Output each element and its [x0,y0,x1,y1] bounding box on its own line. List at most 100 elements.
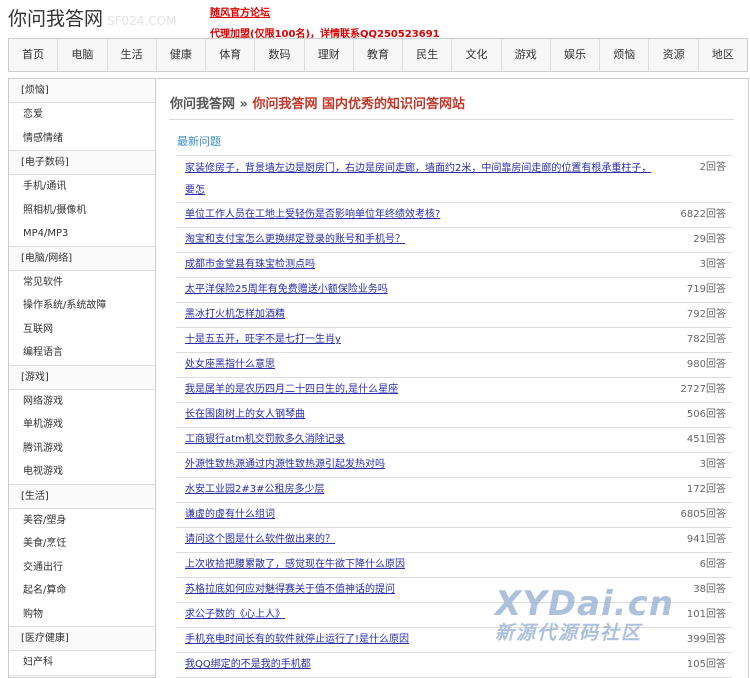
sidebar-item[interactable]: 编程语言 [9,341,155,365]
answer-count: 782回答 [686,334,726,345]
promo-forum-link[interactable]: 随风官方论坛 [210,4,270,19]
sidebar-group-heading[interactable]: [生活] [9,484,155,509]
answer-count: 29回答 [693,234,726,245]
nav-item[interactable]: 首页 [9,39,59,71]
question-row: 请问这个图是什么软件做出来的？ 941回答 [176,528,732,553]
question-link[interactable]: 淘宝和支付宝怎么更换绑定登录的账号和手机号？ [176,228,666,252]
question-link[interactable]: 单位工作人员在工地上受轻伤是否影响单位年终绩效考核? [176,203,666,227]
logo-ghost-text: SF024.COM [107,14,177,28]
question-link[interactable]: 工商银行atm机交罚款多久消除记录 [176,428,666,452]
sidebar-item[interactable]: 操作系统/系统故障 [9,294,155,318]
sidebar-item[interactable]: 起名/算命 [9,579,155,603]
nav-item[interactable]: 教育 [354,39,404,71]
sidebar-group: [电子数码] 手机/通讯 照相机/摄像机 MP4/MP3 [9,151,155,247]
sidebar-item[interactable]: 恋爱 [9,103,155,127]
sidebar-group: [电脑/网络] 常见软件 操作系统/系统故障 互联网 编程语言 [9,246,155,366]
site-logo[interactable]: 你问我答网 SF024.COM [8,4,176,31]
question-link[interactable]: 黑冰打火机怎样加酒精 [176,303,666,327]
question-link[interactable]: 水安工业园2#3#公租房多少层 [176,478,666,502]
question-row: 我QQ绑定的不是我的手机都 105回答 [176,653,732,678]
question-link[interactable]: 我QQ绑定的不是我的手机都 [176,653,666,677]
watermark: XYDai.cn 新源代源码社区 [495,584,674,645]
sidebar-item[interactable]: 情感情绪 [9,127,155,151]
answer-count: 506回答 [686,409,726,420]
sidebar-group-heading[interactable]: [电子数码] [9,151,155,175]
nav-item[interactable]: 资源 [649,39,699,71]
nav-item[interactable]: 生活 [108,39,157,71]
answer-count: 6回答 [699,559,726,570]
site-header: 你问我答网 SF024.COM 随风官方论坛 代理加盟(仅限100名)，详情联系Q… [0,0,750,40]
category-sidebar: [烦恼] 恋爱 情感情绪 [电子数码] 手机/通讯 照相机/摄像机 MP4/MP3 [电脑/网… [8,78,156,678]
answer-count: 38回答 [693,584,726,595]
question-row: 十是五五开，旺字不是七打一生肖y 782回答 [176,328,732,353]
question-link[interactable]: 太平洋保险25周年有免费赠送小额保险业务吗 [176,278,666,302]
nav-item[interactable]: 电脑 [58,39,108,71]
sidebar-item[interactable]: 照相机/摄像机 [9,199,155,223]
answer-count: 792回答 [686,309,726,320]
sidebar-item[interactable]: MP4/MP3 [9,222,155,246]
sidebar-item[interactable]: 美容/塑身 [9,509,155,533]
sidebar-item[interactable]: 电视游戏 [9,460,155,484]
sidebar-group-heading[interactable]: [游戏] [9,365,155,390]
question-link[interactable]: 我是属羊的是农历四月二十四日生的,是什么星座 [176,378,666,402]
question-link[interactable]: 请问这个图是什么软件做出来的？ [176,528,666,552]
sidebar-group-heading[interactable]: [烦恼] [9,79,155,103]
answer-count: 3回答 [699,259,726,270]
nav-item[interactable]: 体育 [206,39,256,71]
sidebar-item[interactable]: 购物 [9,603,155,627]
nav-item[interactable]: 游戏 [502,39,551,71]
breadcrumb-current: 你问我答网 国内优秀的知识问答网站 [252,97,466,112]
breadcrumb: 你问我答网 » 你问我答网 国内优秀的知识问答网站 [170,93,465,112]
logo-text: 你问我答网 [8,8,104,30]
question-link[interactable]: 长在围囱树上的女人钢琴曲 [176,403,666,427]
question-link[interactable]: 处女座黑指什么意思 [176,353,666,377]
sidebar-item[interactable]: 交通出行 [9,556,155,580]
nav-item[interactable]: 烦恼 [600,39,650,71]
sidebar-group: [医疗健康] 妇产科 [9,627,155,676]
answer-count: 719回答 [686,284,726,295]
sidebar-group: [烦恼] 恋爱 情感情绪 [9,79,155,151]
nav-item[interactable]: 文化 [452,39,502,71]
nav-item[interactable]: 理财 [305,39,354,71]
answer-count: 101回答 [686,609,726,620]
answer-count: 2回答 [699,162,726,173]
sidebar-item[interactable]: 网络游戏 [9,390,155,414]
question-link[interactable]: 外源性致热源通过内源性致热源引起发热对吗 [176,453,666,477]
breadcrumb-site[interactable]: 你问我答网 [170,97,235,112]
sidebar-group-heading[interactable]: [医疗健康] [9,627,155,651]
answer-count: 172回答 [686,484,726,495]
nav-item[interactable]: 地区 [699,39,747,71]
sidebar-item[interactable]: 单机游戏 [9,413,155,437]
sidebar-item[interactable]: 互联网 [9,318,155,342]
answer-count: 980回答 [686,359,726,370]
question-link[interactable]: 家装修房子，背景墙左边是厨房门，右边是房间走廊，墙面约2米，中间靠房间走廊的位置… [176,156,666,202]
nav-item[interactable]: 数码 [255,39,305,71]
sidebar-item[interactable]: 腾讯游戏 [9,437,155,461]
nav-item[interactable]: 民生 [403,39,453,71]
sidebar-item[interactable]: 常见软件 [9,271,155,295]
question-row: 成都市金堂县有珠宝检测点吗 3回答 [176,253,732,278]
question-link[interactable]: 成都市金堂县有珠宝检测点吗 [176,253,666,277]
sidebar-item[interactable]: 手机/通讯 [9,175,155,199]
sidebar-item[interactable]: 妇产科 [9,651,155,675]
question-row: 工商银行atm机交罚款多久消除记录 451回答 [176,428,732,453]
main-nav: 首页 电脑 生活 健康 体育 数码 理财 教育 民生 文化 游戏 娱乐 烦恼 资源 地区 [8,38,748,72]
question-link[interactable]: 上次收拾把腰累散了，感觉现在牛欲下降什么原因 [176,553,666,577]
section-title: 最新问题 [177,135,221,148]
sidebar-item[interactable]: 美食/烹饪 [9,532,155,556]
question-row: 家装修房子，背景墙左边是厨房门，右边是房间走廊，墙面约2米，中间靠房间走廊的位置… [176,156,732,203]
question-row: 水安工业园2#3#公租房多少层 172回答 [176,478,732,503]
question-link[interactable]: 谦虚的虚有什么组词 [176,503,666,527]
question-row: 我是属羊的是农历四月二十四日生的,是什么星座 2727回答 [176,378,732,403]
question-row: 太平洋保险25周年有免费赠送小额保险业务吗 719回答 [176,278,732,303]
answer-count: 941回答 [686,534,726,545]
sidebar-group-heading[interactable]: [电脑/网络] [9,246,155,271]
question-row: 黑冰打火机怎样加酒精 792回答 [176,303,732,328]
question-row: 谦虚的虚有什么组词 6805回答 [176,503,732,528]
nav-item[interactable]: 健康 [157,39,207,71]
question-link[interactable]: 十是五五开，旺字不是七打一生肖y [176,328,666,352]
question-row: 单位工作人员在工地上受轻伤是否影响单位年终绩效考核? 6822回答 [176,203,732,228]
nav-item[interactable]: 娱乐 [551,39,601,71]
sidebar-group: [生活] 美容/塑身 美食/烹饪 交通出行 起名/算命 购物 [9,484,155,627]
question-row: 上次收拾把腰累散了，感觉现在牛欲下降什么原因 6回答 [176,553,732,578]
